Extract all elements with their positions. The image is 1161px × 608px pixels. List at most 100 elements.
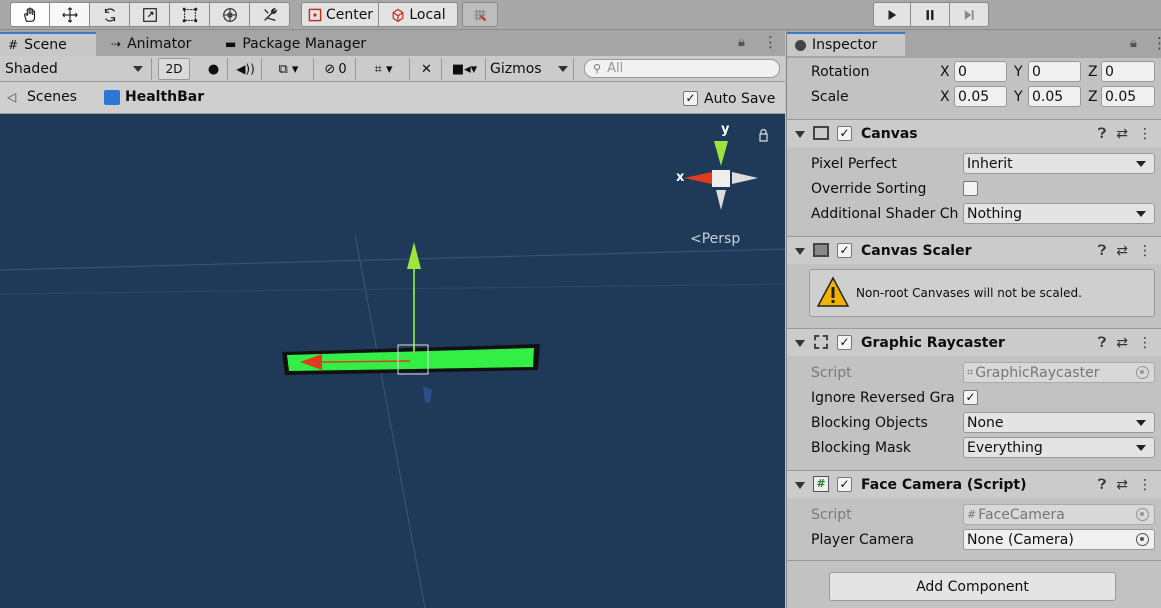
inspector-panel: Inspector 🔒︎ ⋮ Rotation X 0 Y 0 Z 0 Scal… — [786, 30, 1161, 608]
face-camera-script-field: # FaceCamera — [963, 504, 1155, 525]
auto-save-checkbox[interactable]: ✓ — [683, 91, 698, 106]
presets-icon[interactable]: ⇄ — [1116, 477, 1128, 493]
package-icon: ▬ — [225, 37, 237, 51]
hand-tool-button[interactable] — [10, 2, 50, 27]
pause-icon — [926, 9, 934, 20]
rotation-z-field[interactable]: 0 — [1101, 61, 1155, 82]
scene-view-toolbar: Shaded 2D ● ◀︎)) ⧉ ▾ ⊘ 0 ⌗ ▾ ✕ ■◂▾ Gizmo… — [0, 56, 785, 82]
lock-icon[interactable]: 🔒︎ — [738, 35, 745, 50]
eye-hidden-icon: ⊘ — [324, 61, 336, 77]
help-icon[interactable]: ❓︎ — [1098, 243, 1106, 259]
shading-mode-dropdown[interactable]: Shaded — [0, 58, 152, 80]
help-icon[interactable]: ❓︎ — [1098, 126, 1106, 142]
breadcrumb: ◁ Scenes HealthBar ✓ Auto Save — [0, 82, 785, 114]
hidden-objects-toggle[interactable]: ⊘ 0 — [316, 58, 356, 80]
move-tool-button[interactable] — [49, 2, 90, 27]
y-axis-arrow — [407, 242, 421, 269]
foldout-arrow-icon[interactable] — [795, 131, 805, 138]
canvas-component-header[interactable]: ✓ Canvas ❓︎ ⇄ ⋮ — [787, 119, 1161, 147]
canvas-enabled-checkbox[interactable]: ✓ — [837, 126, 852, 141]
audio-toggle[interactable]: ◀︎)) — [230, 58, 262, 80]
canvas-scaler-header[interactable]: ✓ Canvas Scaler ❓︎ ⇄ ⋮ — [787, 236, 1161, 264]
context-menu-icon[interactable]: ⋮ — [1138, 243, 1152, 259]
additional-shader-dropdown[interactable]: Nothing — [963, 203, 1155, 224]
help-icon[interactable]: ❓︎ — [1098, 335, 1106, 351]
scale-tool-button[interactable] — [129, 2, 170, 27]
tools-toggle[interactable]: ✕ — [412, 58, 442, 80]
pause-button[interactable] — [910, 2, 950, 27]
raycaster-script-field: ⌗ GraphicRaycaster — [963, 362, 1155, 383]
override-sorting-checkbox[interactable] — [963, 181, 978, 196]
ignore-reversed-checkbox[interactable]: ✓ — [963, 390, 978, 405]
graphic-raycaster-enabled-checkbox[interactable]: ✓ — [837, 335, 852, 350]
animator-icon: ⇢ — [111, 37, 122, 51]
foldout-arrow-icon[interactable] — [795, 482, 805, 489]
tab-inspector[interactable]: Inspector — [787, 32, 905, 56]
rect-tool-button[interactable] — [169, 2, 210, 27]
x-axis-handle — [321, 360, 411, 363]
component-header-icons: ❓︎ ⇄ ⋮ — [1098, 243, 1152, 259]
gizmos-dropdown[interactable]: Gizmos — [488, 58, 574, 80]
pixel-perfect-value: Inherit — [967, 155, 1013, 172]
breadcrumb-scenes[interactable]: Scenes — [27, 89, 77, 105]
scale-label: Scale — [811, 89, 849, 105]
play-button[interactable] — [873, 2, 911, 27]
pixel-perfect-label: Pixel Perfect — [811, 156, 897, 172]
custom-tools-button[interactable] — [249, 2, 290, 27]
lock-icon[interactable]: 🔒︎ — [1130, 36, 1137, 51]
camera-dropdown[interactable]: ■◂▾ — [444, 58, 486, 80]
transform-tool-button[interactable] — [209, 2, 250, 27]
scale-z-field[interactable]: 0.05 — [1101, 86, 1155, 107]
tab-scene[interactable]: # Scene — [0, 32, 96, 56]
canvas-icon — [813, 126, 829, 140]
camera-icon: ■◂▾ — [451, 61, 478, 77]
tab-animator[interactable]: ⇢ Animator — [103, 32, 213, 56]
face-camera-header[interactable]: # ✓ Face Camera (Script) ❓︎ ⇄ ⋮ — [787, 470, 1161, 498]
breadcrumb-prefab[interactable]: HealthBar — [125, 89, 204, 105]
pixel-perfect-dropdown[interactable]: Inherit — [963, 153, 1155, 174]
scale-y-field[interactable]: 0.05 — [1028, 86, 1081, 107]
effects-dropdown[interactable]: ⧉ ▾ — [264, 58, 314, 80]
lighting-toggle[interactable]: ● — [200, 58, 228, 80]
help-icon[interactable]: ❓︎ — [1098, 477, 1106, 493]
graphic-raycaster-header[interactable]: ✓ Graphic Raycaster ❓︎ ⇄ ⋮ — [787, 328, 1161, 356]
object-picker-icon[interactable] — [1136, 533, 1149, 546]
divider — [787, 560, 1161, 561]
pivot-mode-button[interactable]: Center — [301, 2, 379, 27]
foldout-arrow-icon[interactable] — [795, 248, 805, 255]
presets-icon[interactable]: ⇄ — [1116, 126, 1128, 142]
blocking-mask-dropdown[interactable]: Everything — [963, 437, 1155, 458]
canvas-scaler-enabled-checkbox[interactable]: ✓ — [837, 243, 852, 258]
info-icon — [795, 39, 806, 51]
step-button[interactable] — [949, 2, 989, 27]
gizmo-neg-x-cone — [732, 172, 758, 184]
tab-menu-icon[interactable]: ⋮ — [1152, 34, 1161, 52]
presets-icon[interactable]: ⇄ — [1116, 335, 1128, 351]
projection-toggle[interactable]: <Persp — [690, 231, 740, 247]
scale-x-field[interactable]: 0.05 — [954, 86, 1007, 107]
player-camera-field[interactable]: None (Camera) — [963, 529, 1155, 550]
rotation-x-field[interactable]: 0 — [954, 61, 1007, 82]
grid-snap-button[interactable] — [462, 2, 498, 27]
mode-2d-button[interactable]: 2D — [158, 58, 190, 80]
rotate-tool-button[interactable] — [89, 2, 130, 27]
rotation-y-field[interactable]: 0 — [1028, 61, 1081, 82]
face-camera-enabled-checkbox[interactable]: ✓ — [837, 477, 852, 492]
tab-menu-icon[interactable]: ⋮ — [763, 33, 778, 51]
projection-label: Persp — [701, 231, 741, 247]
scale-z-label: Z — [1088, 89, 1098, 105]
tab-package-manager[interactable]: ▬ Package Manager — [217, 32, 387, 56]
blocking-objects-dropdown[interactable]: None — [963, 412, 1155, 433]
foldout-arrow-icon[interactable] — [795, 340, 805, 347]
pivot-rotation-button[interactable]: Local — [378, 2, 458, 27]
context-menu-icon[interactable]: ⋮ — [1138, 335, 1152, 351]
context-menu-icon[interactable]: ⋮ — [1138, 477, 1152, 493]
presets-icon[interactable]: ⇄ — [1116, 243, 1128, 259]
context-menu-icon[interactable]: ⋮ — [1138, 126, 1152, 142]
grid-dropdown[interactable]: ⌗ ▾ — [358, 58, 410, 80]
scene-viewport[interactable]: y x <Persp — [0, 114, 785, 608]
lightbulb-icon: ● — [207, 61, 220, 77]
add-component-button[interactable]: Add Component — [829, 572, 1116, 601]
scene-search-input[interactable]: ⚲ All — [584, 59, 780, 78]
tab-scene-label: Scene — [24, 37, 67, 53]
